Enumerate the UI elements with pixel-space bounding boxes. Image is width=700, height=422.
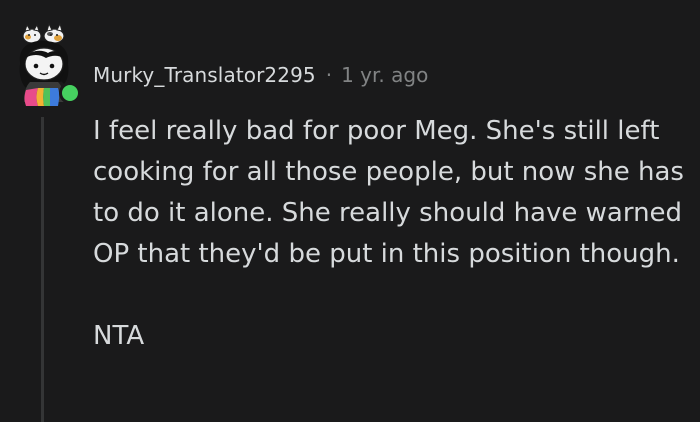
comment-verdict: NTA (93, 321, 145, 351)
comment-timestamp[interactable]: 1 yr. ago (341, 63, 428, 87)
comment-body: I feel really bad for poor Meg. She's st… (93, 111, 693, 357)
online-status-indicator (59, 82, 81, 104)
author-username[interactable]: Murky_Translator2295 (93, 63, 316, 87)
thread-collapse-line[interactable] (41, 117, 44, 422)
meta-separator: · (325, 63, 333, 87)
comment: Murky_Translator2295 · 1 yr. ago I feel … (0, 0, 700, 422)
comment-paragraph: I feel really bad for poor Meg. She's st… (93, 116, 684, 269)
comment-header: Murky_Translator2295 · 1 yr. ago (93, 58, 428, 92)
